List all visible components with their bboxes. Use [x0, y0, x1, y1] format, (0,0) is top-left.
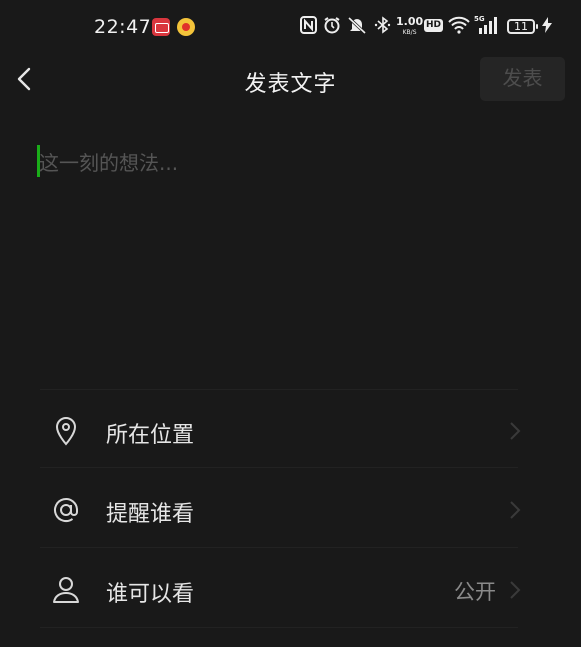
hd-icon: HD	[424, 19, 444, 32]
news-app-icon	[152, 18, 170, 36]
bluetooth-icon	[374, 16, 392, 34]
status-bar: 22:47 1.00 KB/S HD 5G 11	[0, 0, 581, 56]
mention-row[interactable]: 提醒谁看	[40, 474, 530, 546]
chevron-right-icon	[510, 422, 521, 440]
post-text-input[interactable]	[39, 143, 529, 347]
network-speed-unit: KB/S	[402, 29, 417, 36]
weibo-app-icon	[177, 18, 195, 36]
chevron-right-icon	[510, 581, 521, 599]
row-divider	[40, 547, 518, 548]
battery-indicator: 11	[507, 19, 538, 34]
status-time: 22:47	[94, 16, 152, 38]
row-divider	[40, 467, 518, 468]
post-composer	[37, 143, 537, 347]
chevron-right-icon	[510, 501, 521, 519]
visibility-value: 公开	[454, 580, 496, 604]
row-divider	[40, 627, 518, 628]
wifi-icon	[448, 16, 470, 34]
location-label: 所在位置	[106, 423, 195, 448]
publish-button[interactable]: 发表	[480, 57, 565, 101]
mention-label: 提醒谁看	[106, 502, 195, 527]
location-pin-icon	[55, 416, 77, 446]
network-speed: 1.00 KB/S	[396, 15, 424, 37]
location-row[interactable]: 所在位置	[40, 395, 530, 467]
network-speed-value: 1.00	[396, 15, 424, 28]
mute-icon	[346, 16, 368, 34]
composer-divider	[40, 389, 518, 390]
person-icon	[53, 577, 79, 603]
nfc-icon	[300, 16, 317, 34]
alarm-icon	[323, 16, 341, 34]
at-sign-icon	[54, 498, 78, 522]
visibility-label: 谁可以看	[106, 582, 195, 607]
visibility-row[interactable]: 谁可以看 公开	[40, 554, 530, 626]
charging-icon	[541, 16, 553, 34]
cellular-signal-icon	[478, 16, 500, 36]
